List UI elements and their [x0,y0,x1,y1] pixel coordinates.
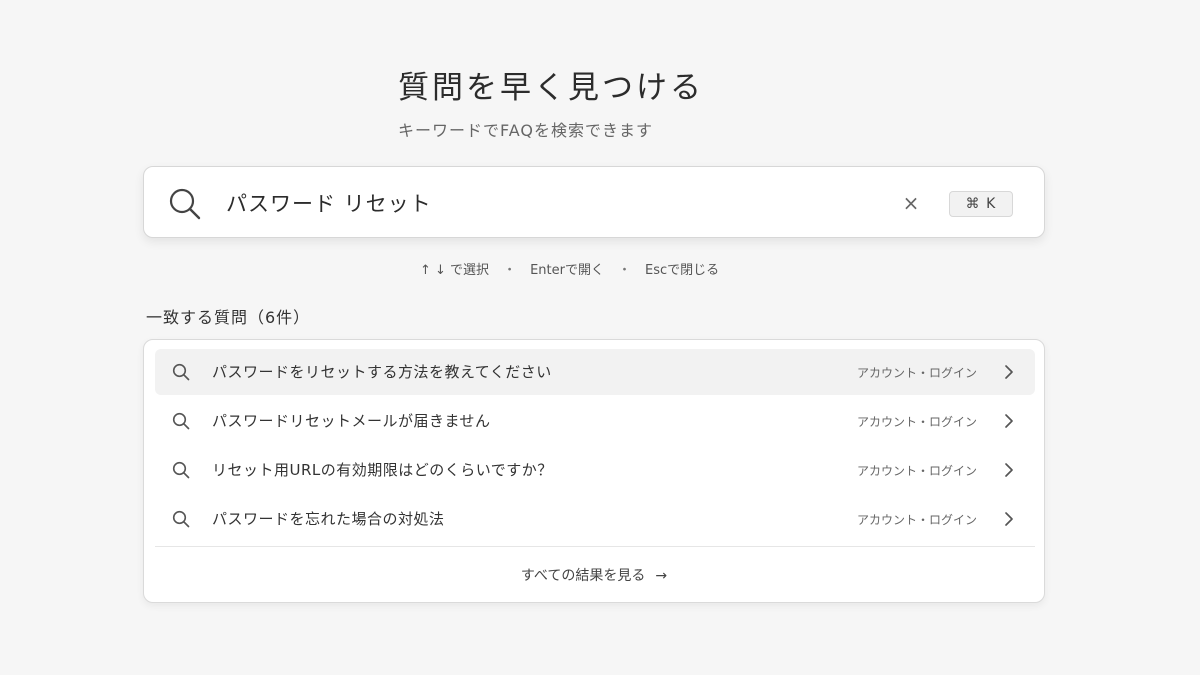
result-item[interactable]: パスワードリセットメールが届きません アカウント・ログイン [155,398,1035,444]
clear-search-button[interactable]: × [898,190,924,216]
see-all-results-link[interactable]: すべての結果を見る → [144,565,1044,585]
keyboard-hints: ↑ ↓ で選択・ Enterで開く・ Escで閉じる [420,259,719,278]
search-icon [172,461,190,479]
close-icon: × [902,191,920,215]
faq-search-page: 質問を早く見つける キーワードでFAQを検索できます × ⌘ K ↑ ↓ で選択… [0,0,1200,675]
results-count-label: 一致する質問（6件） [146,308,311,327]
hint-separator: ・ [617,263,631,278]
chevron-right-icon [1005,365,1013,379]
see-all-label: すべての結果を見る [520,568,646,584]
keyboard-shortcut-badge: ⌘ K [949,191,1013,217]
chevron-right-icon [1005,512,1013,526]
result-item[interactable]: パスワードを忘れた場合の対処法 アカウント・ログイン [155,496,1035,542]
search-icon [172,412,190,430]
result-category: アカウント・ログイン [856,464,977,478]
result-category: アカウント・ログイン [856,415,977,429]
page-title: 質問を早く見つける [398,70,704,106]
result-item[interactable]: パスワードをリセットする方法を教えてください アカウント・ログイン [155,349,1035,395]
search-icon [169,188,201,220]
result-title: パスワードをリセットする方法を教えてください [212,363,552,381]
arrow-right-icon: → [655,568,668,584]
result-category: アカウント・ログイン [856,366,977,380]
results-divider [155,546,1035,547]
result-category: アカウント・ログイン [856,513,977,527]
search-input[interactable] [226,183,886,223]
result-title: リセット用URLの有効期限はどのくらいですか？ [212,461,553,479]
hint-separator: ・ [503,263,517,278]
result-title: パスワードリセットメールが届きません [212,412,491,430]
results-list: パスワードをリセットする方法を教えてください アカウント・ログイン パスワードリ… [143,339,1045,603]
chevron-right-icon [1005,414,1013,428]
search-icon [172,363,190,381]
result-title: パスワードを忘れた場合の対処法 [212,510,445,528]
search-box[interactable]: × ⌘ K [143,166,1045,238]
hint-open: Enterで開く [530,263,604,278]
result-item[interactable]: リセット用URLの有効期限はどのくらいですか？ アカウント・ログイン [155,447,1035,493]
hint-close: Escで閉じる [645,263,720,278]
chevron-right-icon [1005,463,1013,477]
page-subtitle: キーワードでFAQを検索できます [398,121,653,140]
hint-select: ↑ ↓ で選択 [420,263,490,278]
search-icon [172,510,190,528]
